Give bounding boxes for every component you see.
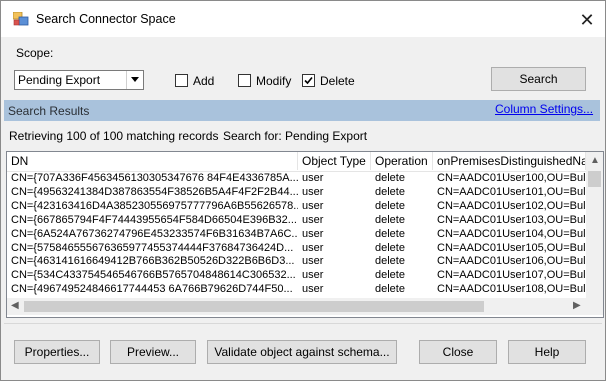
close-button[interactable]: Close	[419, 340, 497, 364]
scroll-left-icon[interactable]: ◀	[11, 300, 19, 311]
cell-dn: CN={534C433754546546766B5765704848614C30…	[11, 269, 296, 282]
cell-onprem-dn: CN=AADC01User105,OU=Bulk	[437, 241, 586, 254]
cell-operation: delete	[375, 185, 405, 198]
search-results-header: Search Results Column Settings...	[4, 100, 600, 121]
separator	[4, 323, 602, 324]
cell-operation: delete	[375, 255, 405, 268]
cell-onprem-dn: CN=AADC01User108,OU=Bulk	[437, 283, 586, 296]
cell-object-type: user	[302, 269, 324, 282]
table-row[interactable]: CN={49563241384D387863554F38526B5A4F4F2F…	[7, 186, 587, 200]
grid-header: DN Object Type Operation onPremisesDisti…	[7, 152, 603, 172]
cell-object-type: user	[302, 199, 324, 212]
vertical-scrollbar[interactable]: ▲	[586, 152, 603, 298]
connector-window-icon	[13, 12, 29, 26]
search-for-status: Search for: Pending Export	[223, 129, 368, 143]
scope-dropdown[interactable]: Pending Export	[14, 70, 144, 90]
column-header-dn[interactable]: DN	[7, 152, 298, 170]
window-title: Search Connector Space	[36, 12, 176, 26]
properties-button[interactable]: Properties...	[14, 340, 100, 364]
search-button[interactable]: Search	[491, 67, 586, 91]
modify-checkbox-label: Modify	[256, 74, 292, 88]
modify-checkbox[interactable]	[238, 74, 251, 87]
scope-dropdown-button[interactable]	[126, 71, 143, 89]
chevron-down-icon	[131, 77, 139, 82]
cell-operation: delete	[375, 227, 405, 240]
cell-object-type: user	[302, 227, 324, 240]
table-row[interactable]: CN={463141616649412B766B362B50526D322B6B…	[7, 255, 587, 269]
close-window-button[interactable]: ✕	[573, 8, 601, 32]
table-row[interactable]: CN={496749524846617744453 6A766B79626D74…	[7, 283, 587, 297]
cell-dn: CN={49563241384D387863554F38526B5A4F4F2F…	[11, 185, 298, 198]
table-row[interactable]: CN={667865794F4F74443955654F584D66504E39…	[7, 214, 587, 228]
cell-onprem-dn: CN=AADC01User101,OU=Bulk	[437, 185, 586, 198]
cell-onprem-dn: CN=AADC01User104,OU=Bulk	[437, 227, 586, 240]
cell-dn: CN={707A336F4563456130305347676 84F4E433…	[11, 172, 298, 184]
cell-dn: CN={575846555676365977455374444F37684736…	[11, 241, 294, 254]
cell-operation: delete	[375, 269, 405, 282]
scroll-right-icon[interactable]: ▶	[573, 300, 581, 311]
cell-dn: CN={6A524A76736274796E453233574F6B31634B…	[11, 227, 298, 240]
cell-operation: delete	[375, 283, 405, 296]
scroll-corner	[586, 298, 603, 315]
search-connector-space-dialog: Search Connector Space ✕ Scope: Pending …	[0, 0, 606, 381]
table-row[interactable]: CN={6A524A76736274796E453233574F6B31634B…	[7, 228, 587, 242]
column-settings-link[interactable]: Column Settings...	[495, 102, 593, 116]
title-bar: Search Connector Space ✕	[1, 1, 605, 37]
delete-checkbox-label: Delete	[320, 74, 355, 88]
cell-operation: delete	[375, 199, 405, 212]
column-header-operation[interactable]: Operation	[371, 152, 433, 170]
cell-onprem-dn: CN=AADC01User102,OU=Bulk	[437, 199, 586, 212]
column-header-object-type[interactable]: Object Type	[298, 152, 371, 170]
cell-operation: delete	[375, 241, 405, 254]
column-header-onprem-dn[interactable]: onPremisesDistinguishedName	[433, 152, 586, 170]
scope-selected-value: Pending Export	[18, 73, 101, 87]
add-checkbox[interactable]	[175, 74, 188, 87]
cell-onprem-dn: CN=AADC01User106,OU=Bulk	[437, 255, 586, 268]
cell-dn: CN={463141616649412B766B362B50526D322B6B…	[11, 255, 295, 268]
cell-onprem-dn: CN=AADC01User100,OU=Bulk	[437, 172, 586, 184]
cell-object-type: user	[302, 241, 324, 254]
cell-object-type: user	[302, 283, 324, 296]
cell-operation: delete	[375, 172, 405, 184]
table-row[interactable]: CN={423163416D4A385230556975777796A6B556…	[7, 200, 587, 214]
validate-schema-button[interactable]: Validate object against schema...	[207, 340, 397, 364]
cell-dn: CN={667865794F4F74443955654F584D66504E39…	[11, 213, 297, 226]
table-row[interactable]: CN={707A336F4563456130305347676 84F4E433…	[7, 172, 587, 186]
retrieving-status: Retrieving 100 of 100 matching records	[9, 129, 219, 143]
preview-button[interactable]: Preview...	[110, 340, 196, 364]
table-row[interactable]: CN={575846555676365977455374444F37684736…	[7, 242, 587, 256]
cell-onprem-dn: CN=AADC01User103,OU=Bulk	[437, 213, 586, 226]
horizontal-scroll-thumb[interactable]	[24, 301, 484, 312]
results-grid[interactable]: DN Object Type Operation onPremisesDisti…	[6, 151, 604, 318]
vertical-scroll-thumb[interactable]	[588, 171, 601, 187]
cell-object-type: user	[302, 255, 324, 268]
scope-label: Scope:	[16, 46, 54, 60]
cell-dn: CN={423163416D4A385230556975777796A6B556…	[11, 199, 298, 212]
delete-checkbox[interactable]	[302, 74, 315, 87]
horizontal-scrollbar[interactable]: ◀ ▶	[7, 298, 586, 315]
cell-object-type: user	[302, 172, 324, 184]
cell-object-type: user	[302, 185, 324, 198]
cell-dn: CN={496749524846617744453 6A766B79626D74…	[11, 283, 293, 296]
search-results-title: Search Results	[8, 104, 90, 118]
cell-onprem-dn: CN=AADC01User107,OU=Bulk	[437, 269, 586, 282]
help-button[interactable]: Help	[508, 340, 586, 364]
table-row[interactable]: CN={534C433754546546766B5765704848614C30…	[7, 269, 587, 283]
scroll-up-icon[interactable]: ▲	[590, 155, 600, 166]
checkmark-icon	[304, 76, 313, 85]
cell-operation: delete	[375, 213, 405, 226]
cell-object-type: user	[302, 213, 324, 226]
add-checkbox-label: Add	[193, 74, 215, 88]
close-icon: ✕	[579, 10, 595, 30]
